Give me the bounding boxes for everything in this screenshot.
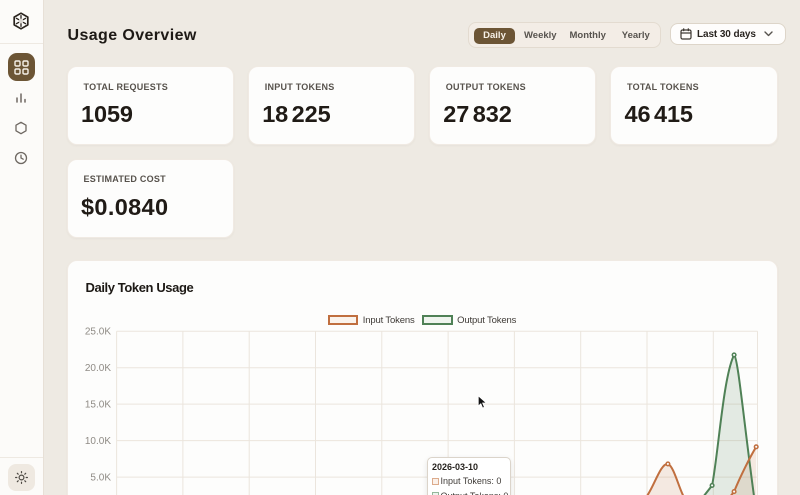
svg-text:15.0K: 15.0K: [84, 399, 110, 410]
svg-text:25.0K: 25.0K: [84, 326, 110, 337]
svg-text:20.0K: 20.0K: [84, 363, 110, 374]
svg-text:10.0K: 10.0K: [84, 436, 110, 447]
svg-text:5.0K: 5.0K: [90, 472, 111, 483]
